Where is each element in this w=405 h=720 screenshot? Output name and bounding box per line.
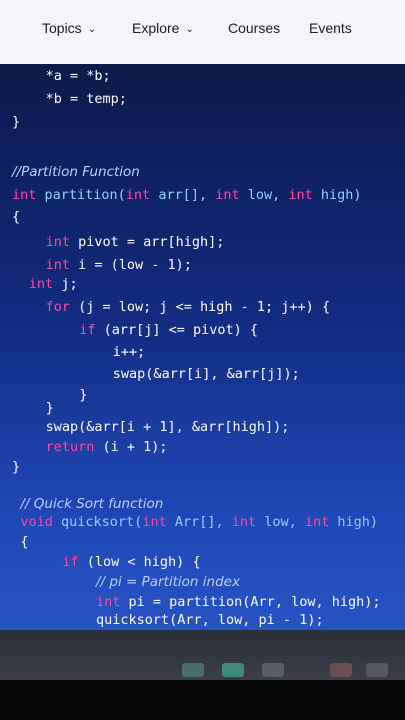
code-line: } bbox=[12, 459, 20, 475]
code-token: swap(&arr[i], &arr[j]); bbox=[112, 366, 300, 382]
code-token: int bbox=[12, 187, 45, 203]
code-token: arr[], bbox=[158, 187, 216, 203]
code-line: } bbox=[12, 114, 20, 130]
code-line: int pivot = arr[high]; bbox=[46, 234, 225, 250]
code-token: int bbox=[288, 187, 321, 203]
code-token: int bbox=[304, 514, 338, 530]
nav-explore-label: Explore bbox=[132, 20, 180, 36]
code-token: int bbox=[45, 257, 79, 273]
code-line: } bbox=[46, 400, 54, 416]
code-line: //Partition Function bbox=[12, 164, 140, 180]
code-token: if bbox=[62, 554, 87, 570]
code-editor: *a = *b; *b = temp;} //Partition Function i… bbox=[0, 64, 405, 630]
code-token: int bbox=[231, 514, 265, 530]
code-token: } bbox=[12, 459, 21, 475]
code-token: if bbox=[79, 322, 104, 338]
chevron-down-icon: ⌄ bbox=[87, 24, 97, 35]
nav-courses[interactable]: Courses bbox=[228, 20, 280, 36]
code-line: { bbox=[20, 534, 28, 550]
code-token: (i + 1); bbox=[102, 439, 168, 455]
code-line: int i = (low - 1); bbox=[46, 257, 192, 273]
code-token: { bbox=[20, 534, 29, 550]
code-line: // Quick Sort function bbox=[20, 496, 163, 512]
code-token: // pi = Partition index bbox=[96, 574, 240, 590]
code-token: } bbox=[45, 400, 54, 416]
code-token: { bbox=[12, 209, 21, 225]
code-line: int pi = partition(Arr, low, high); bbox=[96, 594, 380, 610]
code-token: pi = partition(Arr, low, high); bbox=[128, 594, 381, 610]
code-line: return (i + 1); bbox=[46, 439, 168, 455]
code-token: j; bbox=[61, 276, 78, 292]
code-token: for bbox=[45, 299, 79, 315]
code-token: quicksort(Arr, low, pi - 1); bbox=[96, 612, 324, 628]
code-token: low, bbox=[247, 187, 289, 203]
nav-events-label: Events bbox=[309, 20, 352, 36]
code-token: } bbox=[79, 387, 88, 403]
nav-topics-label: Topics bbox=[42, 20, 82, 36]
code-token: return bbox=[45, 439, 103, 455]
settings-icon[interactable] bbox=[330, 663, 352, 677]
files-icon[interactable] bbox=[262, 663, 284, 677]
code-line: i++; bbox=[113, 344, 146, 360]
code-token: high) bbox=[337, 514, 379, 530]
nav-courses-label: Courses bbox=[228, 20, 281, 36]
code-line: swap(&arr[i + 1], &arr[high]); bbox=[46, 419, 290, 435]
code-line: *a = *b; bbox=[46, 68, 111, 84]
code-line: if (arr[j] <= pivot) { bbox=[79, 322, 258, 338]
code-token: void bbox=[20, 514, 62, 530]
code-token: } bbox=[12, 114, 21, 130]
bezel bbox=[0, 680, 405, 720]
code-token: int bbox=[96, 594, 129, 610]
code-token: high) bbox=[320, 187, 362, 203]
code-token: i++; bbox=[112, 344, 146, 360]
code-token: int bbox=[28, 276, 62, 292]
code-token: quicksort( bbox=[61, 514, 143, 530]
code-token: int bbox=[215, 187, 248, 203]
code-token: (low < high) { bbox=[86, 554, 201, 570]
code-line: swap(&arr[i], &arr[j]); bbox=[113, 366, 300, 382]
code-line: quicksort(Arr, low, pi - 1); bbox=[96, 612, 324, 628]
code-line: void quicksort(int Arr[], int low, int h… bbox=[20, 514, 378, 530]
code-line: int j; bbox=[29, 276, 78, 292]
code-token: // Quick Sort function bbox=[20, 496, 164, 512]
code-token: //Partition Function bbox=[12, 164, 140, 180]
code-line: int partition(int arr[], int low, int hi… bbox=[12, 187, 362, 203]
code-line: } bbox=[79, 387, 87, 403]
top-navbar: Topics ⌄ Explore ⌄ Courses Events bbox=[0, 0, 405, 64]
nav-events[interactable]: Events bbox=[309, 20, 352, 36]
nav-explore[interactable]: Explore ⌄ bbox=[132, 20, 194, 36]
code-token: int bbox=[45, 234, 79, 250]
code-token: *a = *b; bbox=[45, 68, 111, 84]
code-token: partition( bbox=[44, 187, 126, 203]
code-token: int bbox=[125, 187, 159, 203]
app-icon[interactable] bbox=[182, 663, 204, 677]
browser-icon[interactable] bbox=[222, 663, 244, 677]
code-token: Arr[], bbox=[174, 514, 232, 530]
store-icon[interactable] bbox=[366, 663, 388, 677]
code-token: int bbox=[142, 514, 175, 530]
taskbar bbox=[0, 630, 405, 680]
chevron-down-icon: ⌄ bbox=[185, 24, 194, 35]
code-line: for (j = low; j <= high - 1; j++) { bbox=[46, 299, 330, 315]
code-token: low, bbox=[264, 514, 305, 530]
code-line: if (low < high) { bbox=[62, 554, 200, 570]
code-line: *b = temp; bbox=[46, 91, 127, 107]
code-token: i = (low - 1); bbox=[78, 257, 192, 273]
code-line: // pi = Partition index bbox=[96, 574, 240, 590]
code-token: swap(&arr[i + 1], &arr[high]); bbox=[45, 419, 290, 435]
nav-topics[interactable]: Topics ⌄ bbox=[42, 20, 96, 36]
code-token: (arr[j] <= pivot) { bbox=[103, 322, 259, 338]
code-line: { bbox=[12, 209, 20, 225]
code-token: pivot = arr[high]; bbox=[78, 234, 225, 250]
code-token: *b = temp; bbox=[45, 91, 127, 107]
code-token: (j = low; j <= high - 1; j++) { bbox=[78, 299, 331, 315]
